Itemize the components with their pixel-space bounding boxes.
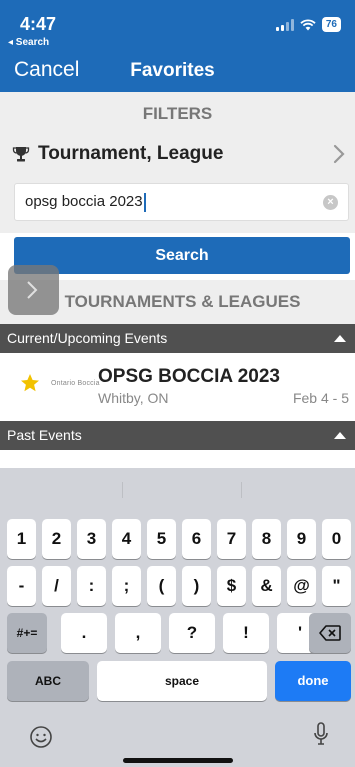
event-logo: Ontario Boccia bbox=[51, 380, 100, 387]
key-open-paren[interactable]: ( bbox=[147, 566, 176, 606]
search-button[interactable]: Search bbox=[14, 237, 350, 274]
battery-icon: 76 bbox=[321, 17, 341, 32]
key-semicolon[interactable]: ; bbox=[112, 566, 141, 606]
key-slash[interactable]: / bbox=[42, 566, 71, 606]
search-area: opsg boccia 2023 × bbox=[0, 173, 355, 233]
key-at[interactable]: @ bbox=[287, 566, 316, 606]
chevron-right-icon bbox=[27, 281, 38, 299]
key-comma[interactable]: , bbox=[115, 613, 161, 653]
floating-expand-handle[interactable] bbox=[8, 265, 59, 315]
filter-type-label: Tournament, League bbox=[38, 143, 224, 164]
section-past-events[interactable]: Past Events bbox=[0, 421, 355, 450]
key-ampersand[interactable]: & bbox=[252, 566, 281, 606]
top-bar: 4:47 ◂ Search 76 Cancel Favorites bbox=[0, 0, 355, 92]
key-9[interactable]: 9 bbox=[287, 519, 316, 559]
key-7[interactable]: 7 bbox=[217, 519, 246, 559]
keyboard: 1 2 3 4 5 6 7 8 9 0 - / : ; ( ) $ & @ " … bbox=[0, 468, 355, 767]
key-1[interactable]: 1 bbox=[7, 519, 36, 559]
search-input-value: opsg boccia 2023 bbox=[25, 193, 143, 210]
clear-icon[interactable]: × bbox=[323, 195, 338, 210]
page-title: Favorites bbox=[130, 60, 215, 81]
collapse-arrow-icon bbox=[334, 432, 346, 439]
star-icon[interactable] bbox=[20, 373, 40, 393]
section-current-events[interactable]: Current/Upcoming Events bbox=[0, 324, 355, 353]
key-question[interactable]: ? bbox=[169, 613, 215, 653]
key-2[interactable]: 2 bbox=[42, 519, 71, 559]
section-past-label: Past Events bbox=[7, 427, 82, 443]
key-3[interactable]: 3 bbox=[77, 519, 106, 559]
text-cursor bbox=[143, 192, 146, 212]
chevron-right-icon bbox=[333, 144, 345, 164]
key-close-paren[interactable]: ) bbox=[182, 566, 211, 606]
done-key[interactable]: done bbox=[275, 661, 351, 701]
status-indicators: 76 bbox=[275, 17, 341, 32]
key-exclamation[interactable]: ! bbox=[223, 613, 269, 653]
backspace-key[interactable] bbox=[309, 613, 351, 653]
event-name: OPSG BOCCIA 2023 bbox=[98, 366, 280, 387]
backspace-icon bbox=[319, 625, 341, 641]
symbols-toggle-key[interactable]: #+= bbox=[7, 613, 47, 653]
key-quote[interactable]: " bbox=[322, 566, 351, 606]
filter-type-row[interactable]: Tournament, League bbox=[0, 135, 355, 173]
status-back-link[interactable]: ◂ Search bbox=[8, 37, 49, 48]
collapse-arrow-icon bbox=[334, 335, 346, 342]
space-key[interactable]: space bbox=[97, 661, 267, 701]
abc-key[interactable]: ABC bbox=[7, 661, 89, 701]
key-4[interactable]: 4 bbox=[112, 519, 141, 559]
event-row[interactable]: Ontario Boccia OPSG BOCCIA 2023 Whitby, … bbox=[0, 353, 355, 419]
suggestion-bar bbox=[0, 468, 355, 508]
emoji-icon[interactable] bbox=[29, 725, 53, 749]
key-period[interactable]: . bbox=[61, 613, 107, 653]
microphone-icon[interactable] bbox=[313, 722, 329, 748]
key-0[interactable]: 0 bbox=[322, 519, 351, 559]
key-8[interactable]: 8 bbox=[252, 519, 281, 559]
filters-header: FILTERS bbox=[0, 92, 355, 135]
signal-icon bbox=[275, 18, 294, 31]
key-dash[interactable]: - bbox=[7, 566, 36, 606]
key-6[interactable]: 6 bbox=[182, 519, 211, 559]
home-indicator bbox=[123, 758, 233, 763]
wifi-icon bbox=[300, 18, 316, 31]
event-location: Whitby, ON bbox=[98, 390, 169, 406]
section-current-label: Current/Upcoming Events bbox=[7, 330, 168, 346]
status-time: 4:47 bbox=[20, 14, 57, 34]
key-colon[interactable]: : bbox=[77, 566, 106, 606]
event-date: Feb 4 - 5 bbox=[292, 390, 349, 406]
trophy-icon bbox=[12, 147, 30, 162]
search-input[interactable]: opsg boccia 2023 × bbox=[14, 183, 349, 221]
key-dollar[interactable]: $ bbox=[217, 566, 246, 606]
key-5[interactable]: 5 bbox=[147, 519, 176, 559]
